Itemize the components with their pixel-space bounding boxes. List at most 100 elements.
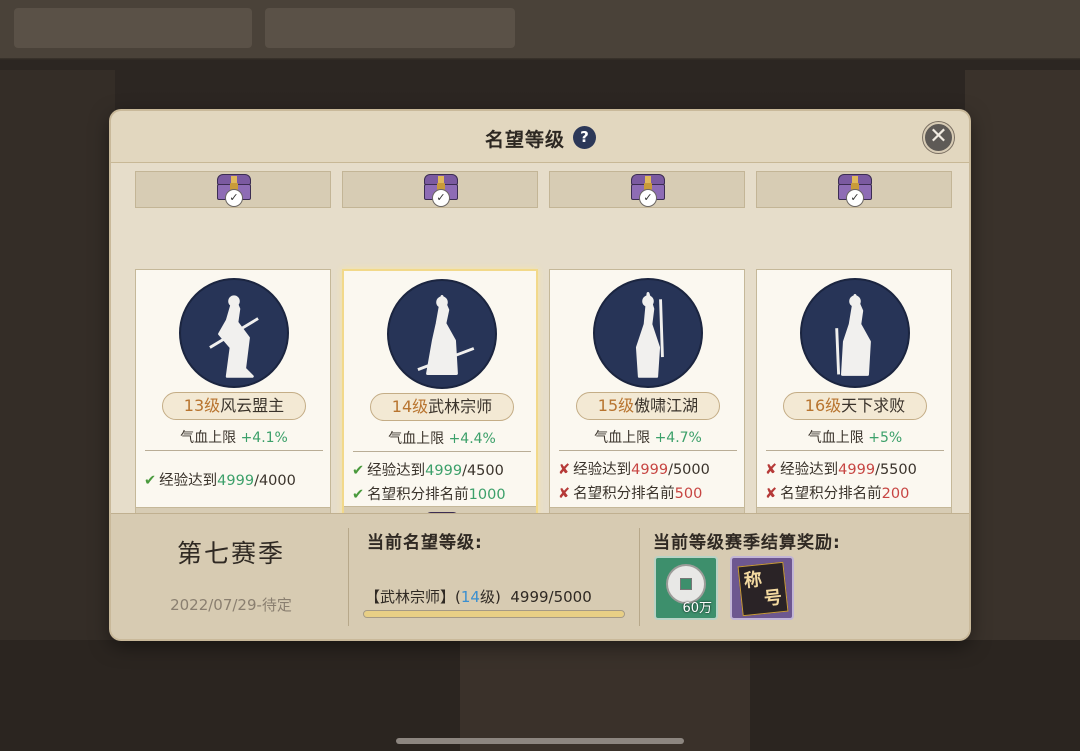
character-portrait-icon <box>179 278 289 388</box>
current-level-label: 当前名望等级: <box>367 533 483 553</box>
requirement-label: 名望积分排名前 <box>573 486 675 502</box>
level-number: 15级 <box>597 396 635 415</box>
cross-icon: ✘ <box>558 462 571 478</box>
renown-level-dialog: 名望等级 ? ✕ ✓ 13级风云盟主 气血上限 +4.1% ✔ 经验达到4999/400… <box>111 111 969 639</box>
level-number: 13级 <box>183 396 221 415</box>
current-level-number: 14 <box>460 588 480 606</box>
level-name: 风云盟主 <box>220 396 285 415</box>
requirement-label: 名望积分排名前 <box>780 486 882 502</box>
exp-progress-fill <box>364 611 624 617</box>
reward-title[interactable]: 称 号 <box>730 556 794 620</box>
card-divider <box>766 450 944 451</box>
dialog-header: 名望等级 ? ✕ <box>111 111 969 163</box>
requirement-current: 4999 <box>838 462 876 478</box>
title-glyph-1: 称 <box>743 569 764 592</box>
level-cards-scroll[interactable]: ✓13级风云盟主气血上限 +4.1%✔经验达到4999/4000✓✓14级武林宗… <box>111 163 969 552</box>
level-number: 16级 <box>804 396 842 415</box>
reward-coin[interactable]: 60万 <box>654 556 718 620</box>
requirement-target: /4500 <box>462 463 504 479</box>
title-badge-icon: 称 号 <box>737 561 789 617</box>
season-title: 第七赛季 <box>176 539 285 568</box>
stat-bonus: 气血上限 +4.4% <box>344 428 540 448</box>
stat-value: +4.1% <box>240 430 288 446</box>
check-icon: ✔ <box>352 463 365 479</box>
card-divider <box>559 450 737 451</box>
home-indicator[interactable] <box>396 738 684 744</box>
check-icon: ✔ <box>352 487 365 503</box>
current-level-value: 【武林宗师】(14级) 4999/5000 <box>365 586 592 607</box>
level-name: 傲啸江湖 <box>634 396 699 415</box>
title-glyph-2: 号 <box>763 587 784 610</box>
card-divider <box>353 451 531 452</box>
help-icon[interactable]: ? <box>573 126 596 149</box>
background-left-panel <box>0 70 115 690</box>
requirement-row: ✘ 名望积分排名前200 <box>765 482 909 503</box>
level-name: 武林宗师 <box>428 397 493 416</box>
character-portrait-icon <box>800 278 910 388</box>
stat-value: +4.4% <box>448 431 496 447</box>
background-right-panel <box>965 70 1080 690</box>
claimed-check-icon: ✓ <box>846 189 864 207</box>
level-title-plate: 16级天下求败 <box>783 392 927 420</box>
cross-icon: ✘ <box>765 486 778 502</box>
level-title-plate: 14级武林宗师 <box>370 393 514 421</box>
level-number: 14级 <box>391 397 429 416</box>
requirement-target: 500 <box>674 486 703 502</box>
character-portrait-icon <box>387 279 497 389</box>
dialog-title: 名望等级 <box>485 129 566 151</box>
requirement-target: /5500 <box>875 462 917 478</box>
season-reward-label: 当前等级赛季结算奖励: <box>653 533 841 553</box>
character-portrait-icon <box>593 278 703 388</box>
claimed-check-icon: ✓ <box>432 189 450 207</box>
top-chest-slot: ✓ <box>549 171 745 208</box>
stat-label: 气血上限 <box>388 431 445 447</box>
top-chest-icon[interactable]: ✓ <box>836 174 874 207</box>
stat-value: +5% <box>868 430 903 446</box>
top-chest-slot: ✓ <box>342 171 538 208</box>
requirement-current: 4999 <box>217 473 255 489</box>
current-level-suffix: 级) <box>479 588 501 606</box>
top-chest-icon[interactable]: ✓ <box>215 174 253 207</box>
stat-label: 气血上限 <box>180 430 237 446</box>
requirement-row: ✘ 名望积分排名前500 <box>558 482 702 503</box>
cross-icon: ✘ <box>765 462 778 478</box>
close-button[interactable]: ✕ <box>923 122 954 153</box>
requirement-target: /4000 <box>254 473 296 489</box>
top-chest-slot: ✓ <box>756 171 952 208</box>
level-title-plate: 15级傲啸江湖 <box>576 392 720 420</box>
season-footer: 第七赛季 2022/07/29-待定 当前名望等级: 【武林宗师】(14级) 4… <box>111 513 969 639</box>
background-top-bar <box>0 0 1080 58</box>
stat-label: 气血上限 <box>594 430 651 446</box>
requirement-label: 经验达到 <box>573 462 632 478</box>
requirement-row: ✘ 经验达到4999/5000 <box>558 458 710 479</box>
current-exp: 4999/5000 <box>510 588 592 606</box>
level-card[interactable]: 15级傲啸江湖 气血上限 +4.7% ✘ 经验达到4999/5000 ✘ 名望积分排名前5… <box>549 269 745 552</box>
divider <box>348 528 349 626</box>
level-card[interactable]: 13级风云盟主气血上限 +4.1%✔经验达到4999/4000✓ <box>135 269 331 552</box>
requirement-label: 经验达到 <box>159 473 218 489</box>
requirement-row: ✔ 经验达到4999/4500 <box>352 459 504 480</box>
requirement-target: 200 <box>881 486 910 502</box>
stat-label: 气血上限 <box>807 430 864 446</box>
top-chest-icon[interactable]: ✓ <box>629 174 667 207</box>
claimed-check-icon: ✓ <box>639 189 657 207</box>
top-chest-icon[interactable]: ✓ <box>422 174 460 207</box>
season-date: 2022/07/29-待定 <box>170 596 292 614</box>
current-level-prefix: 【武林宗师】( <box>365 588 461 606</box>
divider <box>639 528 640 626</box>
level-card[interactable]: 16级天下求败 气血上限 +5% ✘ 经验达到4999/5500 ✘ 名望积分排名前200 <box>756 269 952 552</box>
requirement-row: ✘ 经验达到4999/5500 <box>765 458 917 479</box>
background-door <box>460 640 750 751</box>
level-card[interactable]: 14级武林宗师 气血上限 +4.4% ✔ 经验达到4999/4500 ✔ 名望积分排名前1… <box>342 269 538 552</box>
requirement-current: 4999 <box>425 463 463 479</box>
requirement-label: 经验达到 <box>367 463 426 479</box>
requirement-target: /5000 <box>668 462 710 478</box>
level-name: 天下求败 <box>841 396 906 415</box>
top-chest-slot: ✓ <box>135 171 331 208</box>
requirement-label: 名望积分排名前 <box>367 487 469 503</box>
exp-progress-bar <box>363 610 625 618</box>
requirement-target: 1000 <box>468 487 506 503</box>
stat-value: +4.7% <box>654 430 702 446</box>
card-divider <box>145 450 323 451</box>
cross-icon: ✘ <box>558 486 571 502</box>
